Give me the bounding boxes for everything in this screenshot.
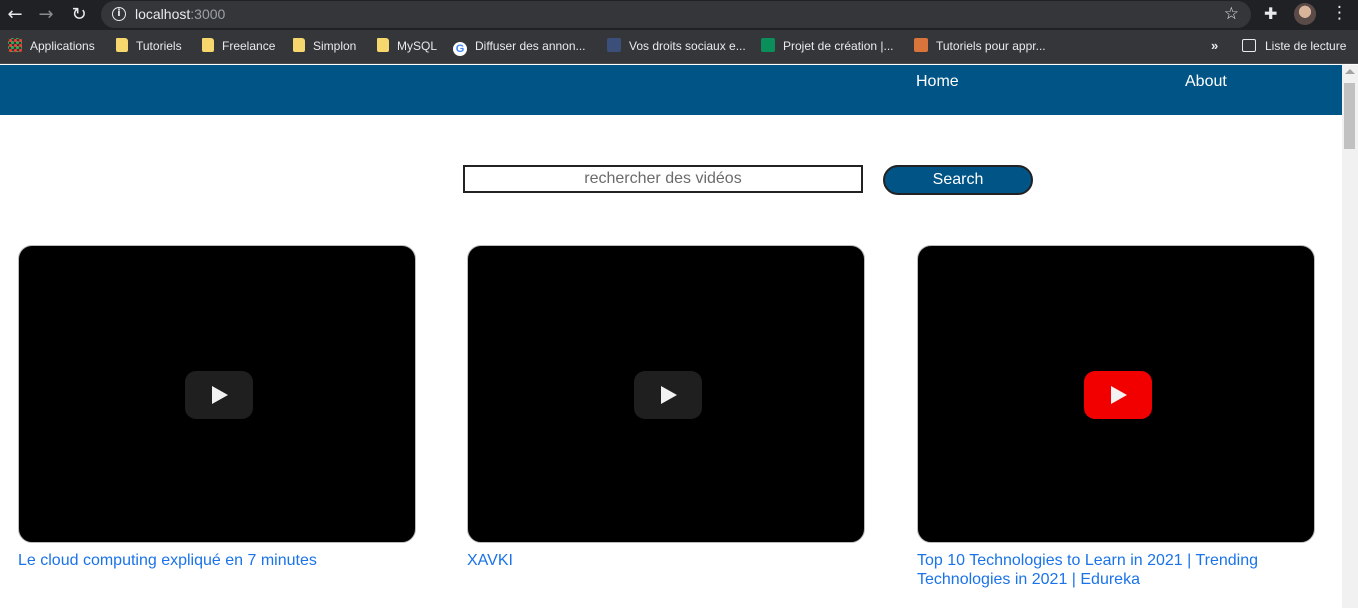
reading-list-icon[interactable]	[1242, 39, 1256, 52]
video-title[interactable]: Top 10 Technologies to Learn in 2021 | T…	[917, 551, 1315, 589]
video-player[interactable]	[467, 245, 865, 543]
apps-grid-icon	[8, 38, 22, 52]
page-viewport: Home About Search Le cloud computing exp…	[0, 65, 1342, 608]
url-port: :3000	[190, 6, 226, 22]
play-button-icon[interactable]	[185, 371, 253, 419]
bookmark-star-icon[interactable]: ☆	[1224, 4, 1239, 24]
bookmark-diffuser[interactable]: G Diffuser des annon...	[453, 38, 586, 56]
forward-arrow-icon[interactable]: →	[35, 4, 57, 26]
reading-list-label[interactable]: Liste de lecture	[1265, 38, 1346, 56]
reload-icon[interactable]: ↻	[68, 4, 90, 26]
bookmark-projet[interactable]: Projet de création |...	[761, 38, 894, 56]
search-input[interactable]	[463, 165, 863, 193]
scrollbar-thumb[interactable]	[1344, 83, 1355, 149]
google-icon: G	[453, 42, 467, 56]
extensions-puzzle-icon[interactable]: ✚	[1264, 4, 1277, 23]
site-info-icon[interactable]: i	[112, 7, 126, 21]
video-player[interactable]	[18, 245, 416, 543]
video-player[interactable]	[917, 245, 1315, 543]
video-card: Le cloud computing expliqué en 7 minutes	[18, 245, 416, 570]
address-bar[interactable]: i localhost:3000 ☆	[101, 1, 1251, 28]
site-icon	[914, 38, 928, 52]
more-bookmarks-chevron-icon[interactable]: »	[1211, 38, 1218, 53]
bookmark-simplon[interactable]: Simplon	[293, 38, 356, 56]
search-button[interactable]: Search	[883, 165, 1033, 195]
bookmark-tutoriels-appr[interactable]: Tutoriels pour appr...	[914, 38, 1046, 56]
profile-avatar[interactable]	[1294, 3, 1316, 25]
url-text[interactable]: localhost:3000	[135, 6, 225, 22]
site-navbar: Home About	[0, 65, 1342, 115]
url-host: localhost	[135, 6, 191, 22]
video-title[interactable]: XAVKI	[467, 551, 865, 570]
bookmark-freelance[interactable]: Freelance	[202, 38, 275, 56]
video-card: Top 10 Technologies to Learn in 2021 | T…	[917, 245, 1315, 589]
video-title[interactable]: Le cloud computing expliqué en 7 minutes	[18, 551, 416, 570]
bookmark-tutoriels[interactable]: Tutoriels	[116, 38, 182, 56]
youtube-play-button-icon[interactable]	[1084, 371, 1152, 419]
browser-toolbar: ← → ↻ i localhost:3000 ☆ ✚ ⋮	[0, 0, 1358, 30]
scroll-up-arrow-icon[interactable]	[1345, 69, 1355, 74]
vertical-scrollbar[interactable]	[1342, 65, 1358, 608]
browser-menu-icon[interactable]: ⋮	[1331, 3, 1348, 23]
folder-icon	[202, 38, 214, 52]
play-button-icon[interactable]	[634, 371, 702, 419]
bookmark-applications[interactable]: Applications	[8, 38, 95, 56]
folder-icon	[293, 38, 305, 52]
folder-icon	[377, 38, 389, 52]
nav-link-home[interactable]: Home	[916, 73, 959, 91]
nav-link-about[interactable]: About	[1185, 73, 1227, 91]
bookmark-mysql[interactable]: MySQL	[377, 38, 437, 56]
bookmarks-bar: Applications Tutoriels Freelance Simplon…	[0, 30, 1358, 64]
video-card: XAVKI	[467, 245, 865, 570]
bookmark-vos-droits[interactable]: Vos droits sociaux e...	[607, 38, 746, 56]
back-arrow-icon[interactable]: ←	[4, 4, 26, 26]
site-icon	[607, 38, 621, 52]
folder-icon	[116, 38, 128, 52]
site-icon	[761, 38, 775, 52]
